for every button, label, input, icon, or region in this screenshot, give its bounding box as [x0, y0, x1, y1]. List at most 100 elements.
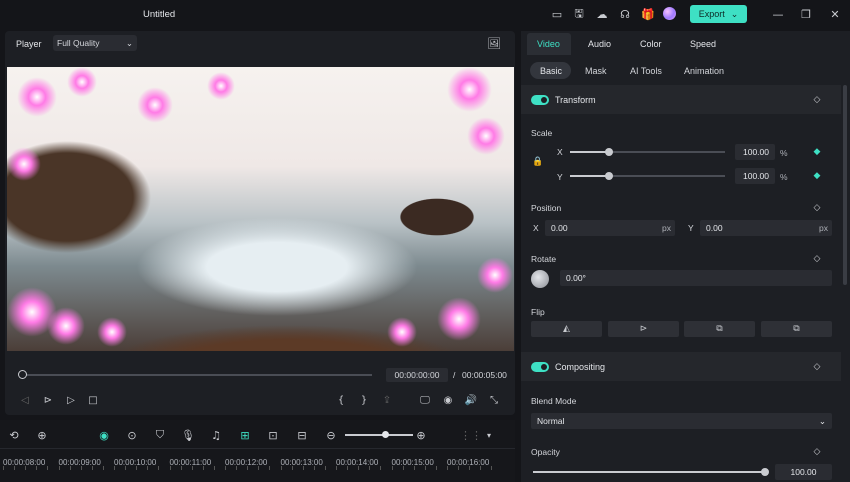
position-y-value: 0.00 — [706, 223, 723, 233]
ruler-tick-mark — [25, 466, 26, 470]
mark-out-icon[interactable]: } — [357, 393, 371, 407]
scale-x-handle[interactable] — [605, 148, 613, 156]
keyframe-icon[interactable]: ◆ — [812, 171, 822, 181]
scrubber-handle[interactable] — [18, 370, 27, 379]
keyframe-icon[interactable]: ◇ — [812, 362, 822, 372]
avatar[interactable] — [663, 7, 676, 20]
microphone-icon[interactable]: 🎙 — [180, 427, 196, 443]
sparkle — [47, 307, 85, 345]
ruler-tick-mark — [424, 466, 426, 470]
chevron-down-icon[interactable]: ▾ — [481, 427, 497, 443]
rotate-left-button[interactable]: ⧉ — [684, 321, 755, 337]
record-icon[interactable]: ◉ — [96, 427, 112, 443]
keyframe-icon[interactable]: ◆ — [812, 147, 822, 157]
transform-toggle[interactable] — [531, 95, 549, 105]
replace-icon[interactable]: ⊙ — [124, 427, 140, 443]
opacity-handle[interactable] — [761, 468, 769, 476]
playback-scrubber[interactable] — [22, 374, 372, 376]
music-icon[interactable]: ♫ — [208, 427, 224, 443]
flip-horizontal-button[interactable]: ◭ — [531, 321, 602, 337]
compositing-title: Compositing — [555, 362, 606, 372]
flip-vertical-button[interactable]: ⊳ — [608, 321, 679, 337]
ruler-tick-mark — [413, 466, 415, 470]
position-x-input[interactable]: 0.00 px — [545, 220, 675, 236]
gift-icon[interactable]: 🎁 — [640, 6, 656, 22]
camera-icon[interactable]: ◉ — [441, 393, 455, 407]
scale-y-label: Y — [557, 172, 563, 182]
mark-in-icon[interactable]: { — [334, 393, 348, 407]
subtab-basic[interactable]: Basic — [540, 66, 562, 76]
display-icon[interactable]: 🖵 — [418, 393, 432, 407]
support-icon[interactable]: ☊ — [617, 6, 633, 22]
rotate-dial[interactable] — [531, 270, 549, 288]
tab-audio[interactable]: Audio — [588, 39, 611, 49]
ruler-tick-mark — [80, 466, 82, 470]
zoom-out-icon[interactable]: ⊖ — [323, 427, 339, 443]
subtitle-icon[interactable]: ⊟ — [294, 427, 310, 443]
keyframe-icon[interactable]: ◇ — [812, 254, 822, 264]
scale-y-handle[interactable] — [605, 172, 613, 180]
quality-dropdown[interactable]: Full Quality ⌄ — [53, 35, 137, 51]
opacity-input[interactable]: 100.00 — [775, 464, 832, 480]
compositing-toggle[interactable] — [531, 362, 549, 372]
cloud-upload-icon[interactable]: ☁ — [594, 6, 610, 22]
ruler-tick-mark — [336, 466, 337, 470]
export-label: Export — [698, 9, 725, 19]
ruler-tick-mark — [347, 466, 348, 470]
keyframe-icon[interactable]: ◇ — [812, 447, 822, 457]
ruler-tick-mark — [291, 466, 293, 470]
render-preview-icon[interactable]: ⇪ — [380, 393, 394, 407]
ruler-tick-mark — [3, 466, 4, 470]
subtab-mask[interactable]: Mask — [585, 66, 607, 76]
position-label: Position — [531, 203, 562, 213]
edit-icon[interactable]: ⊡ — [265, 427, 281, 443]
ruler-tick-mark — [236, 466, 237, 470]
current-time[interactable]: 00:00:00:00 — [386, 368, 448, 382]
volume-icon[interactable]: 🔊 — [464, 393, 478, 407]
tab-speed[interactable]: Speed — [690, 39, 716, 49]
save-icon[interactable]: 🖫 — [571, 6, 587, 22]
zoom-slider-handle[interactable] — [382, 431, 389, 438]
blend-mode-dropdown[interactable]: Normal ⌄ — [531, 413, 832, 429]
ruler-tick-label: 00:00:11:00 — [169, 458, 212, 467]
tab-color[interactable]: Color — [640, 39, 662, 49]
stop-icon[interactable]: □ — [86, 393, 100, 407]
lock-icon[interactable]: 🔒 — [532, 157, 543, 167]
grid-view-icon[interactable]: ⋮⋮ — [460, 427, 482, 443]
position-x-unit: px — [662, 223, 671, 233]
minimize-icon[interactable]: — — [770, 6, 786, 22]
keyframe-icon[interactable]: ◇ — [812, 203, 822, 213]
play-icon[interactable]: ▷ — [64, 393, 78, 407]
tab-video[interactable]: Video — [537, 39, 560, 49]
scale-x-input[interactable]: 100.00 — [735, 144, 775, 160]
keyframe-icon[interactable]: ◇ — [812, 95, 822, 105]
layout-icon[interactable]: ▭ — [549, 6, 565, 22]
subtab-ai-tools[interactable]: AI Tools — [630, 66, 662, 76]
split-icon[interactable]: ⊞ — [237, 427, 253, 443]
speed-icon[interactable]: ⊕ — [34, 427, 50, 443]
zoom-in-icon[interactable]: ⊕ — [413, 427, 429, 443]
rotate-input[interactable]: 0.00° — [560, 270, 832, 286]
previous-frame-icon[interactable]: ◁ — [18, 393, 32, 407]
position-x-value: 0.00 — [551, 223, 568, 233]
position-x-label: X — [533, 223, 539, 233]
ruler-tick-mark — [458, 466, 459, 470]
subtab-animation[interactable]: Animation — [684, 66, 724, 76]
maximize-icon[interactable]: ❐ — [798, 6, 814, 22]
rotate-right-button[interactable]: ⧉ — [761, 321, 832, 337]
scale-y-input[interactable]: 100.00 — [735, 168, 775, 184]
properties-scrollbar[interactable] — [843, 85, 847, 285]
app-title: Untitled — [143, 9, 176, 20]
position-y-input[interactable]: 0.00 px — [700, 220, 832, 236]
opacity-label: Opacity — [531, 447, 560, 457]
image-icon[interactable]: 🖼 — [486, 36, 502, 50]
marker-icon[interactable]: ⛉ — [152, 427, 168, 443]
close-icon[interactable]: ✕ — [827, 6, 843, 22]
ai-tool-icon[interactable]: ⟲ — [6, 427, 22, 443]
zoom-slider[interactable] — [345, 434, 413, 436]
fullscreen-icon[interactable]: ⤡ — [487, 393, 501, 407]
export-button[interactable]: Export ⌄ — [690, 5, 747, 23]
sparkle — [207, 72, 235, 100]
video-preview[interactable] — [7, 67, 514, 351]
next-frame-icon[interactable]: ⊳ — [41, 393, 55, 407]
